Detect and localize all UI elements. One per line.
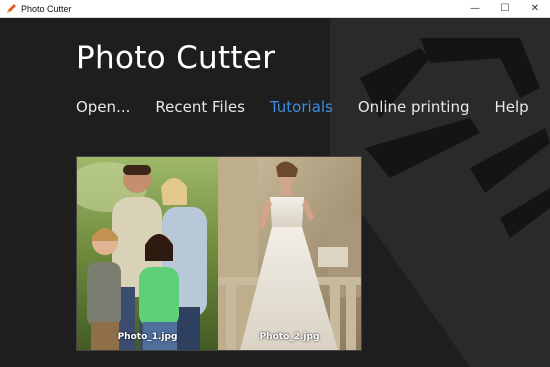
- nav-online-printing[interactable]: Online printing: [358, 98, 470, 116]
- maximize-button[interactable]: ☐: [490, 0, 520, 17]
- photo-thumbnail-1[interactable]: Photo_1.jpg: [77, 157, 218, 350]
- app-title: Photo Cutter: [76, 40, 276, 76]
- nav-tutorials[interactable]: Tutorials: [270, 98, 333, 116]
- window-title: Photo Cutter: [21, 3, 72, 14]
- minimize-button[interactable]: —: [460, 0, 490, 17]
- nav-help[interactable]: Help: [494, 98, 528, 116]
- nav-recent-files[interactable]: Recent Files: [155, 98, 245, 116]
- pencil-icon: [5, 3, 17, 15]
- wedding-dress-image: [218, 157, 361, 350]
- title-bar: Photo Cutter — ☐ ✕: [0, 0, 550, 18]
- photo-label-2: Photo_2.jpg: [259, 332, 320, 342]
- main-nav: Open... Recent Files Tutorials Online pr…: [76, 98, 550, 116]
- nav-open[interactable]: Open...: [76, 98, 130, 116]
- family-photo-image: [77, 157, 218, 350]
- photo-thumbnail-2[interactable]: Photo_2.jpg: [218, 157, 361, 350]
- photo-gallery: Photo_1.jpg Photo_2.jpg: [76, 156, 362, 351]
- main-area: Photo Cutter Open... Recent Files Tutori…: [0, 18, 550, 367]
- close-button[interactable]: ✕: [520, 0, 550, 17]
- photo-label-1: Photo_1.jpg: [117, 332, 178, 342]
